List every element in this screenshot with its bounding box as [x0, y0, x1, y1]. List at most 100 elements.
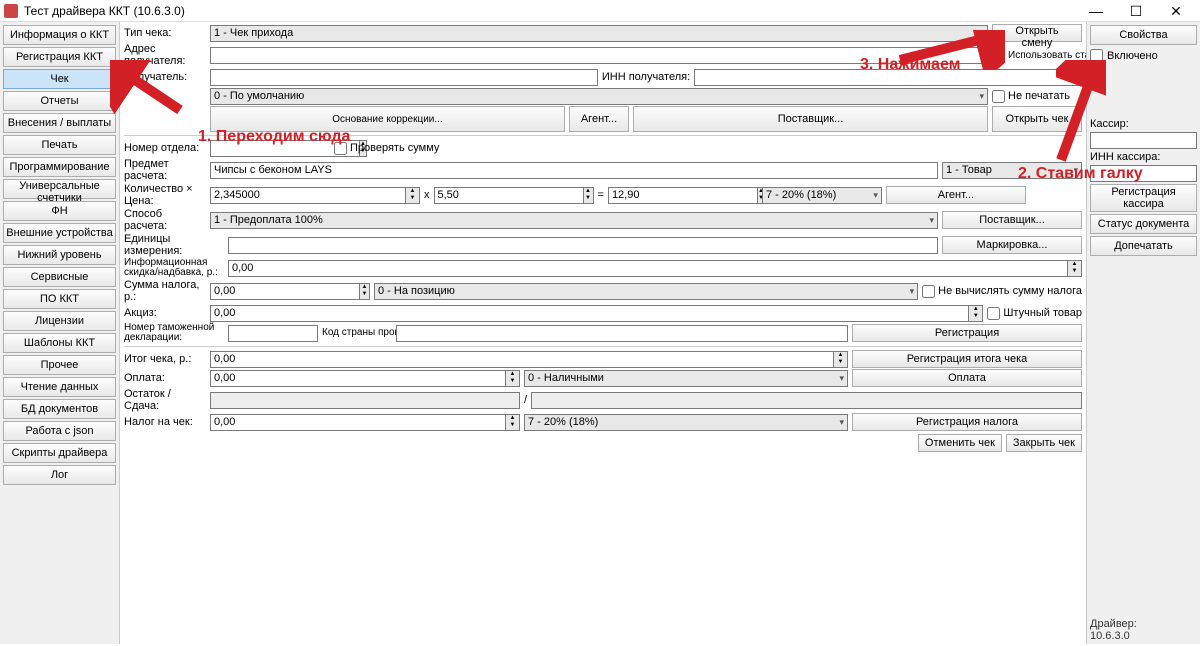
vat-rate-select[interactable]: 7 - 20% (18%) [762, 187, 882, 204]
check-total-input[interactable] [210, 351, 834, 368]
piece-goods-checkbox[interactable]: Штучный товар [987, 307, 1082, 320]
agent2-button[interactable]: Агент... [886, 186, 1026, 204]
cashier-inn-input[interactable] [1090, 165, 1197, 182]
country-code-input[interactable] [396, 325, 848, 342]
cashier-inn-label: ИНН кассира: [1090, 151, 1197, 163]
remain-label: Остаток / Сдача: [124, 388, 206, 412]
doc-status-button[interactable]: Статус документа [1090, 214, 1197, 234]
price-input[interactable] [434, 187, 584, 204]
sidebar-item-11[interactable]: Сервисные [3, 267, 116, 287]
goods-type-select[interactable]: 1 - Товар [942, 162, 1082, 179]
sidebar-item-7[interactable]: Универсальные счетчики [3, 179, 116, 199]
close-check-button[interactable]: Закрыть чек [1006, 434, 1082, 452]
cashier-label: Кассир: [1090, 118, 1197, 130]
payment-input[interactable] [210, 370, 506, 387]
right-panel: Свойства Включено Кассир: ИНН кассира: Р… [1086, 22, 1200, 644]
recipient-label: Получатель: [124, 71, 206, 83]
sidebar-item-6[interactable]: Программирование [3, 157, 116, 177]
basis-button[interactable]: Основание коррекции... [210, 106, 565, 132]
dept-label: Номер отдела: [124, 142, 206, 154]
maximize-button[interactable]: ☐ [1116, 1, 1156, 21]
calc-subject-input[interactable] [210, 162, 938, 179]
no-calc-tax-checkbox[interactable]: Не вычислять сумму налога [922, 285, 1082, 298]
supplier-button[interactable]: Поставщик... [633, 106, 988, 132]
marking-button[interactable]: Маркировка... [942, 236, 1082, 254]
units-input[interactable] [228, 237, 938, 254]
discount-input[interactable] [228, 260, 1068, 277]
excise-label: Акциз: [124, 307, 206, 319]
check-tax-label: Налог на чек: [124, 416, 206, 428]
recipient-input[interactable] [210, 69, 598, 86]
sidebar-item-3[interactable]: Отчеты [3, 91, 116, 111]
sidebar: Информация о ККТРегистрация ККТЧекОтчеты… [0, 22, 120, 644]
recipient-address-input[interactable] [210, 47, 988, 64]
recipient-inn-input[interactable] [694, 69, 1082, 86]
open-check-button[interactable]: Открыть чек [992, 106, 1082, 132]
sidebar-item-10[interactable]: Нижний уровень [3, 245, 116, 265]
tax-position-select[interactable]: 0 - На позицию [374, 283, 918, 300]
sidebar-item-2[interactable]: Чек [3, 69, 116, 89]
app-icon [4, 4, 18, 18]
sidebar-item-20[interactable]: Лог [3, 465, 116, 485]
cashier-input[interactable] [1090, 132, 1197, 149]
tax-system-select[interactable]: 0 - По умолчанию [210, 88, 988, 105]
close-button[interactable]: ✕ [1156, 1, 1196, 21]
calc-method-label: Способ расчета: [124, 208, 206, 232]
customs-decl-input[interactable] [228, 325, 318, 342]
check-tax-rate-select[interactable]: 7 - 20% (18%) [524, 414, 848, 431]
sidebar-item-16[interactable]: Чтение данных [3, 377, 116, 397]
calc-subject-label: Предмет расчета: [124, 158, 206, 182]
remain-input [210, 392, 520, 409]
sidebar-item-1[interactable]: Регистрация ККТ [3, 47, 116, 67]
sidebar-item-17[interactable]: БД документов [3, 399, 116, 419]
sidebar-item-4[interactable]: Внесения / выплаты [3, 113, 116, 133]
sidebar-item-15[interactable]: Прочее [3, 355, 116, 375]
sidebar-item-12[interactable]: ПО ККТ [3, 289, 116, 309]
sidebar-item-13[interactable]: Лицензии [3, 311, 116, 331]
check-total-label: Итог чека, р.: [124, 353, 206, 365]
change-input [531, 392, 1082, 409]
units-label: Единицы измерения: [124, 233, 224, 257]
quantity-input[interactable] [210, 187, 406, 204]
check-tax-input[interactable] [210, 414, 506, 431]
total-input[interactable] [608, 187, 758, 204]
supplier2-button[interactable]: Поставщик... [942, 211, 1082, 229]
sidebar-item-19[interactable]: Скрипты драйвера [3, 443, 116, 463]
sidebar-item-14[interactable]: Шаблоны ККТ [3, 333, 116, 353]
register-cashier-button[interactable]: Регистрация кассира [1090, 184, 1197, 212]
reprint-button[interactable]: Допечатать [1090, 236, 1197, 256]
enabled-checkbox[interactable]: Включено [1090, 47, 1197, 64]
agent-button[interactable]: Агент... [569, 106, 629, 132]
register-button[interactable]: Регистрация [852, 324, 1082, 342]
register-total-button[interactable]: Регистрация итога чека [852, 350, 1082, 368]
minimize-button[interactable]: — [1076, 1, 1116, 21]
sidebar-item-5[interactable]: Печать [3, 135, 116, 155]
register-tax-button[interactable]: Регистрация налога [852, 413, 1082, 431]
payment-type-select[interactable]: 0 - Наличными [524, 370, 848, 387]
no-print-checkbox[interactable]: Не печатать [992, 90, 1082, 103]
sidebar-item-8[interactable]: ФН [3, 201, 116, 221]
driver-version: Драйвер: 10.6.3.0 [1090, 618, 1137, 642]
window-title: Тест драйвера ККТ (10.6.3.0) [24, 4, 1076, 18]
check-type-label: Тип чека: [124, 27, 206, 39]
sidebar-item-9[interactable]: Внешние устройства [3, 223, 116, 243]
sidebar-item-18[interactable]: Работа с json [3, 421, 116, 441]
check-type-select[interactable]: 1 - Чек прихода [210, 25, 988, 42]
tax-sum-input[interactable] [210, 283, 360, 300]
customs-decl-label: Номер таможенной декларации: [124, 323, 224, 343]
country-code-label: Код страны происхождения: [322, 328, 392, 338]
content-area: Тип чека: 1 - Чек прихода Открыть смену … [120, 22, 1086, 644]
use-nds18-checkbox[interactable]: Использовать ставку НДС 18 [992, 49, 1082, 62]
open-shift-button[interactable]: Открыть смену [992, 24, 1082, 42]
properties-button[interactable]: Свойства [1090, 25, 1197, 45]
qty-price-label: Количество × Цена: [124, 183, 206, 207]
recipient-inn-label: ИНН получателя: [602, 71, 690, 83]
sidebar-item-0[interactable]: Информация о ККТ [3, 25, 116, 45]
excise-input[interactable] [210, 305, 969, 322]
payment-button[interactable]: Оплата [852, 369, 1082, 387]
cancel-check-button[interactable]: Отменить чек [918, 434, 1002, 452]
addr-label: Адрес получателя: [124, 43, 206, 67]
calc-method-select[interactable]: 1 - Предоплата 100% [210, 212, 938, 229]
payment-label: Оплата: [124, 372, 206, 384]
check-sum-checkbox[interactable]: Проверять сумму [334, 142, 439, 155]
